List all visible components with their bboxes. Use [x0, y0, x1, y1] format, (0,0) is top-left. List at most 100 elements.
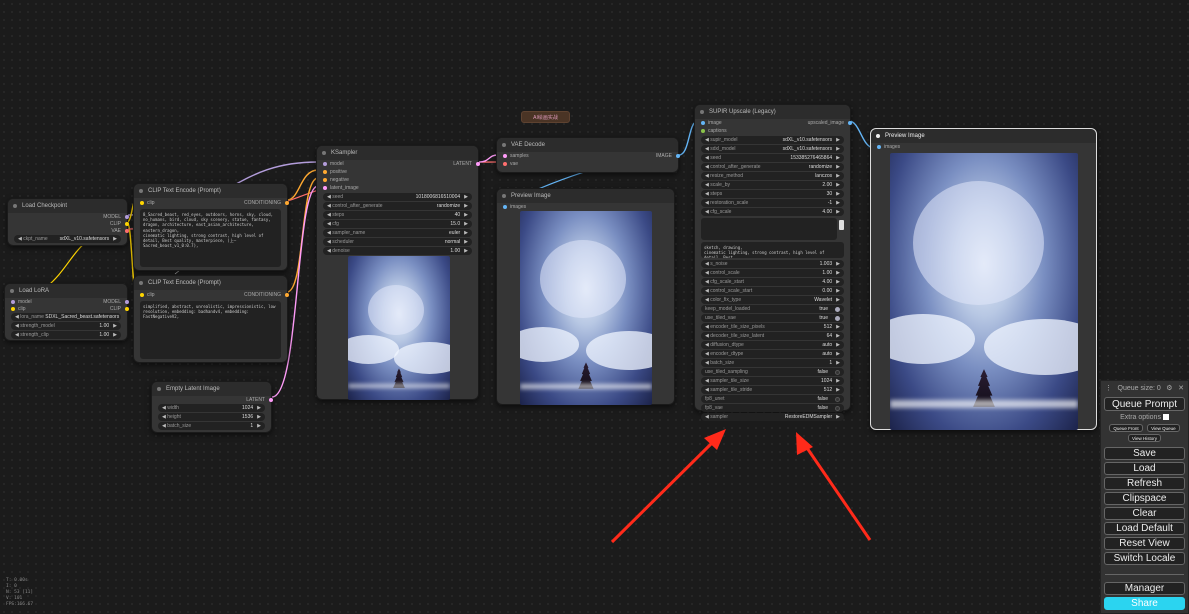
- arrow-right-icon[interactable]: ▶: [113, 332, 117, 338]
- io-row-clip[interactable]: clip CLIP: [5, 305, 129, 312]
- slot-dot[interactable]: [701, 121, 705, 125]
- io-row[interactable]: clip CONDITIONING: [134, 198, 289, 207]
- prompt-textarea[interactable]: simplified, abstract, unrealistic, impre…: [140, 301, 281, 359]
- slot-dot[interactable]: [323, 178, 327, 182]
- queue-prompt-button[interactable]: Queue Prompt: [1104, 397, 1185, 411]
- toggle-icon[interactable]: [835, 396, 840, 402]
- output-clip[interactable]: CLIP: [8, 220, 129, 227]
- widget-encoder-dtype[interactable]: ◀ encoder_dtype auto ▶: [701, 350, 844, 358]
- widget-control-after-generate[interactable]: ◀ control_after_generate randomize ▶: [323, 202, 472, 210]
- arrow-left-icon[interactable]: ◀: [705, 288, 709, 294]
- toggle-icon[interactable]: [835, 405, 840, 411]
- node-title[interactable]: SUPIR Upscale (Legacy): [695, 105, 850, 119]
- widget-use-tiled-sampling[interactable]: use_tiled_sampling false: [701, 368, 844, 376]
- arrow-left-icon[interactable]: ◀: [705, 333, 709, 339]
- slot-dot[interactable]: [140, 292, 144, 297]
- arrow-right-icon[interactable]: ▶: [836, 288, 840, 294]
- arrow-right-icon[interactable]: ▶: [257, 423, 261, 429]
- slot-dot[interactable]: [125, 214, 129, 219]
- widget-batch-size[interactable]: ◀ batch_size 1 ▶: [701, 359, 844, 367]
- widget-seed[interactable]: ◀ seed 153385276465864 ▶: [701, 154, 844, 162]
- widget-cfg[interactable]: ◀ cfg 15.0 ▶: [323, 220, 472, 228]
- arrow-right-icon[interactable]: ▶: [836, 155, 840, 161]
- widget-encoder-tile-size-pixels[interactable]: ◀ encoder_tile_size_pixels 512 ▶: [701, 323, 844, 331]
- output-model[interactable]: MODEL: [8, 213, 129, 220]
- widget-control-after-generate[interactable]: ◀ control_after_generate randomize ▶: [701, 163, 844, 171]
- arrow-left-icon[interactable]: ◀: [15, 332, 19, 338]
- node-preview-image-2[interactable]: Preview Image images: [870, 128, 1097, 430]
- arrow-left-icon[interactable]: ◀: [705, 270, 709, 276]
- save-button[interactable]: Save: [1104, 447, 1185, 460]
- arrow-left-icon[interactable]: ◀: [705, 200, 709, 206]
- arrow-left-icon[interactable]: ◀: [705, 155, 709, 161]
- node-load-lora[interactable]: Load LoRA model MODEL clip CLIP ◀ lora_nam…: [4, 283, 129, 341]
- node-clip-text-encode-positive[interactable]: CLIP Text Encode (Prompt) clip CONDITIONI…: [133, 183, 289, 271]
- io-row[interactable]: clip CONDITIONING: [134, 290, 289, 299]
- slot-dot[interactable]: [503, 205, 507, 209]
- widget-scale-by[interactable]: ◀ scale_by 2.00 ▶: [701, 181, 844, 189]
- arrow-right-icon[interactable]: ▶: [836, 297, 840, 303]
- arrow-left-icon[interactable]: ◀: [705, 378, 709, 384]
- slot-dot[interactable]: [503, 154, 507, 158]
- slot-dot[interactable]: [140, 200, 144, 205]
- toggle-icon[interactable]: [835, 369, 840, 375]
- supir-prompt-textarea[interactable]: [701, 218, 837, 240]
- widget-use-tiled-vae[interactable]: use_tiled_vae true: [701, 314, 844, 322]
- widget-denoise[interactable]: ◀ denoise 1.00 ▶: [323, 247, 472, 255]
- node-title[interactable]: VAE Decode: [497, 138, 678, 152]
- arrow-left-icon[interactable]: ◀: [705, 360, 709, 366]
- arrow-right-icon[interactable]: ▶: [836, 146, 840, 152]
- arrow-right-icon[interactable]: ▶: [836, 279, 840, 285]
- io-row-captions[interactable]: captions: [695, 127, 850, 135]
- slot-dot[interactable]: [11, 299, 15, 304]
- arrow-left-icon[interactable]: ◀: [18, 236, 22, 242]
- widget-seed[interactable]: ◀ seed 1018006816510004 ▶: [323, 193, 472, 201]
- widget-keep-model-loaded[interactable]: keep_model_loaded true: [701, 305, 844, 313]
- extra-options-checkbox[interactable]: [1162, 414, 1169, 421]
- clear-button[interactable]: Clear: [1104, 507, 1185, 520]
- widget-decoder-tile-size-latent[interactable]: ◀ decoder_tile_size_latent 64 ▶: [701, 332, 844, 340]
- node-clip-text-encode-negative[interactable]: CLIP Text Encode (Prompt) clip CONDITIONI…: [133, 275, 289, 363]
- view-queue-button[interactable]: View Queue: [1147, 424, 1180, 432]
- arrow-right-icon[interactable]: ▶: [836, 137, 840, 143]
- arrow-right-icon[interactable]: ▶: [464, 230, 468, 236]
- io-row-model[interactable]: model MODEL: [5, 298, 129, 305]
- load-default-button[interactable]: Load Default: [1104, 522, 1185, 535]
- arrow-right-icon[interactable]: ▶: [836, 360, 840, 366]
- slot-dot[interactable]: [285, 292, 289, 297]
- arrow-left-icon[interactable]: ◀: [327, 221, 331, 227]
- node-title[interactable]: Load Checkpoint: [8, 199, 127, 213]
- widget-lora-name[interactable]: ◀ lora_name SDXL_Sacred_beast.safetensor…: [11, 313, 121, 321]
- clipspace-button[interactable]: Clipspace: [1104, 492, 1185, 505]
- widget-control-scale[interactable]: ◀ control_scale 1.00 ▶: [701, 269, 844, 277]
- node-load-checkpoint[interactable]: Load Checkpoint MODEL CLIP VAE ◀ ckpt_na…: [7, 198, 129, 246]
- widget-steps[interactable]: ◀ steps 40 ▶: [323, 211, 472, 219]
- arrow-right-icon[interactable]: ▶: [113, 236, 117, 242]
- widget-sampler[interactable]: ◀ sampler RestoreEDMSampler ▶: [701, 413, 844, 421]
- textarea-scroll-icon[interactable]: [839, 220, 844, 230]
- arrow-right-icon[interactable]: ▶: [836, 351, 840, 357]
- arrow-left-icon[interactable]: ◀: [705, 279, 709, 285]
- io-row-images[interactable]: images: [871, 143, 1096, 151]
- slot-dot[interactable]: [269, 397, 273, 402]
- arrow-right-icon[interactable]: ▶: [836, 209, 840, 215]
- node-supir-upscale[interactable]: SUPIR Upscale (Legacy) image upscaled_ima…: [694, 104, 852, 421]
- slot-dot[interactable]: [323, 186, 327, 190]
- queue-front-button[interactable]: Queue Front: [1109, 424, 1143, 432]
- arrow-right-icon[interactable]: ▶: [836, 270, 840, 276]
- slot-dot[interactable]: [877, 145, 881, 149]
- arrow-left-icon[interactable]: ◀: [162, 405, 166, 411]
- arrow-left-icon[interactable]: ◀: [705, 146, 709, 152]
- drag-handle-icon[interactable]: ⋮: [1105, 384, 1112, 392]
- arrow-right-icon[interactable]: ▶: [836, 414, 840, 420]
- widget-cfg-scale-start[interactable]: ◀ cfg_scale_start 4.00 ▶: [701, 278, 844, 286]
- widget-ckpt-name[interactable]: ◀ ckpt_name sdXL_v10.safetensors ▶: [14, 235, 121, 243]
- manager-button[interactable]: Manager: [1104, 582, 1185, 595]
- share-button[interactable]: Share: [1104, 597, 1185, 610]
- widget-height[interactable]: ◀ height 1536 ▶: [158, 413, 265, 421]
- arrow-left-icon[interactable]: ◀: [162, 423, 166, 429]
- widget-fp8-unet[interactable]: fp8_unet false: [701, 395, 844, 403]
- gear-icon[interactable]: ⚙: [1166, 384, 1172, 392]
- arrow-left-icon[interactable]: ◀: [705, 342, 709, 348]
- arrow-right-icon[interactable]: ▶: [836, 200, 840, 206]
